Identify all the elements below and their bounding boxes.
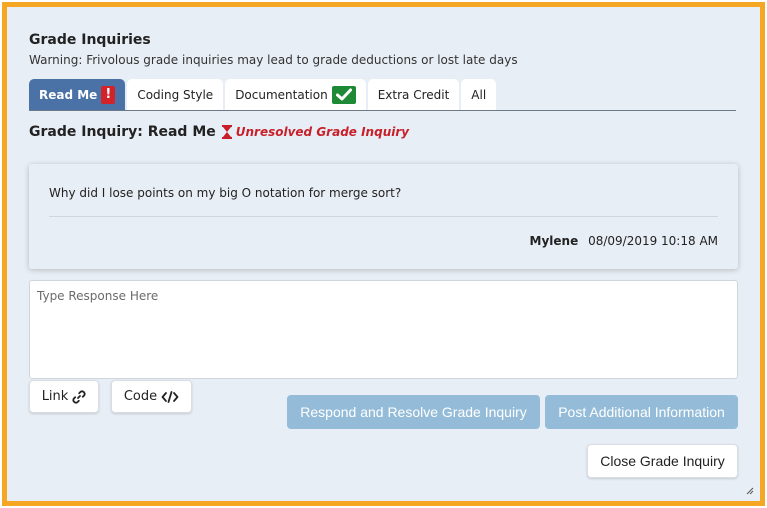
post-timestamp: 08/09/2019 10:18 AM <box>588 234 718 248</box>
check-icon <box>331 85 356 104</box>
post-meta: Mylene 08/09/2019 10:18 AM <box>530 234 718 248</box>
tab-extra-credit[interactable]: Extra Credit <box>367 79 460 110</box>
post-message: Why did I lose points on my big O notati… <box>49 186 402 200</box>
inquiry-post: Why did I lose points on my big O notati… <box>29 164 738 269</box>
tab-read-me[interactable]: Read Me ! <box>29 79 126 110</box>
inquiry-heading-row: Grade Inquiry: Read Me Unresolved Grade … <box>29 124 409 140</box>
link-button-label: Link <box>41 389 69 404</box>
code-icon <box>161 390 179 403</box>
respond-resolve-button[interactable]: Respond and Resolve Grade Inquiry <box>287 395 540 429</box>
post-author: Mylene <box>529 234 579 248</box>
link-icon <box>72 389 86 404</box>
status-text: Unresolved Grade Inquiry <box>235 125 410 139</box>
warning-text: Warning: Frivolous grade inquiries may l… <box>29 53 518 67</box>
tab-documentation[interactable]: Documentation <box>225 79 366 110</box>
resize-grip-icon[interactable] <box>746 487 754 495</box>
tab-coding-style[interactable]: Coding Style <box>127 79 224 110</box>
exclamation-icon: ! <box>101 85 116 104</box>
component-tabs: Read Me ! Coding Style Documentation Ext… <box>29 79 498 110</box>
tab-label: Read Me <box>39 87 98 102</box>
panel-title: Grade Inquiries <box>29 32 151 48</box>
inquiry-heading: Grade Inquiry: Read Me <box>29 124 216 140</box>
tab-label: Documentation <box>235 87 328 102</box>
grade-inquiry-panel: Grade Inquiries Warning: Frivolous grade… <box>2 2 765 506</box>
tab-label: Coding Style <box>137 87 214 102</box>
tab-all[interactable]: All <box>461 79 497 110</box>
post-divider <box>49 216 718 217</box>
hourglass-icon <box>221 125 232 139</box>
insert-code-button[interactable]: Code <box>111 380 192 413</box>
tab-label: Extra Credit <box>377 87 450 102</box>
tabs-divider <box>29 110 736 111</box>
post-additional-info-button[interactable]: Post Additional Information <box>545 395 738 429</box>
close-inquiry-button[interactable]: Close Grade Inquiry <box>587 444 738 478</box>
insert-link-button[interactable]: Link <box>29 380 99 413</box>
response-input[interactable] <box>29 280 738 379</box>
code-button-label: Code <box>123 389 158 404</box>
tab-label: All <box>471 87 487 102</box>
